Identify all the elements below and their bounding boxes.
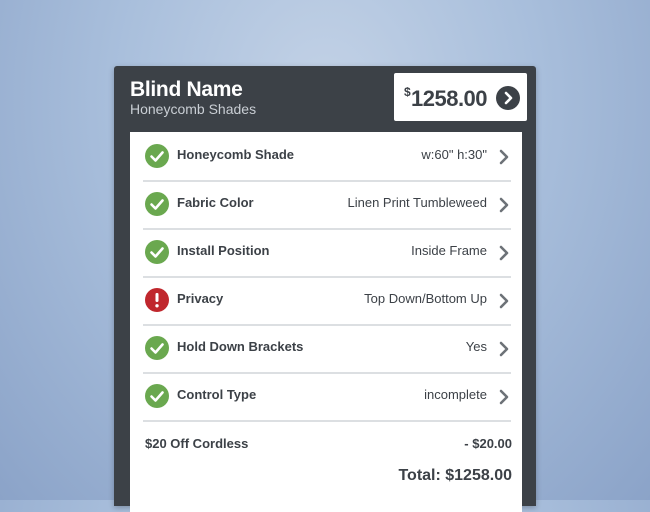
option-value: w:60" h:30"	[421, 147, 487, 162]
discount-amount: - $20.00	[464, 436, 512, 451]
option-value: incomplete	[424, 387, 487, 402]
card-header: Blind Name Honeycomb Shades $ 1258.00	[114, 66, 536, 130]
check-circle-icon	[145, 384, 169, 408]
check-circle-icon	[145, 144, 169, 168]
price-amount: 1258.00	[411, 86, 488, 111]
option-value: Top Down/Bottom Up	[364, 291, 487, 306]
chevron-right-icon	[499, 245, 509, 261]
option-row-hold-down-brackets[interactable]: Hold Down Brackets Yes	[143, 324, 511, 374]
option-row-honeycomb-shade[interactable]: Honeycomb Shade w:60" h:30"	[143, 132, 511, 182]
discount-line: $20 Off Cordless - $20.00	[145, 436, 512, 456]
price-button[interactable]: $ 1258.00	[394, 73, 527, 121]
option-row-fabric-color[interactable]: Fabric Color Linen Print Tumbleweed	[143, 180, 511, 230]
option-label: Install Position	[177, 243, 270, 258]
option-label: Hold Down Brackets	[177, 339, 304, 354]
check-circle-icon	[145, 192, 169, 216]
discount-label: $20 Off Cordless	[145, 436, 249, 451]
chevron-right-icon	[499, 389, 509, 405]
blind-type-subtitle: Honeycomb Shades	[130, 101, 257, 117]
chevron-right-icon	[499, 149, 509, 165]
option-label: Privacy	[177, 291, 224, 306]
currency-symbol: $	[404, 85, 411, 99]
check-circle-icon	[145, 336, 169, 360]
option-row-privacy[interactable]: Privacy Top Down/Bottom Up	[143, 276, 511, 326]
option-value: Inside Frame	[411, 243, 487, 258]
option-value: Yes	[465, 339, 487, 354]
chevron-right-icon	[499, 197, 509, 213]
option-value: Linen Print Tumbleweed	[347, 195, 487, 210]
chevron-right-icon	[499, 293, 509, 309]
check-circle-icon	[145, 240, 169, 264]
order-total: Total: $1258.00	[398, 467, 512, 484]
option-row-install-position[interactable]: Install Position Inside Frame	[143, 228, 511, 278]
chevron-right-icon	[499, 341, 509, 357]
option-label: Fabric Color	[177, 195, 254, 210]
option-label: Control Type	[177, 387, 257, 402]
blind-name-title: Blind Name	[130, 78, 243, 101]
chevron-right-circle-icon[interactable]	[496, 86, 520, 110]
alert-circle-icon	[145, 288, 169, 312]
option-row-control-type[interactable]: Control Type incomplete	[143, 372, 511, 422]
option-label: Honeycomb Shade	[177, 147, 295, 162]
